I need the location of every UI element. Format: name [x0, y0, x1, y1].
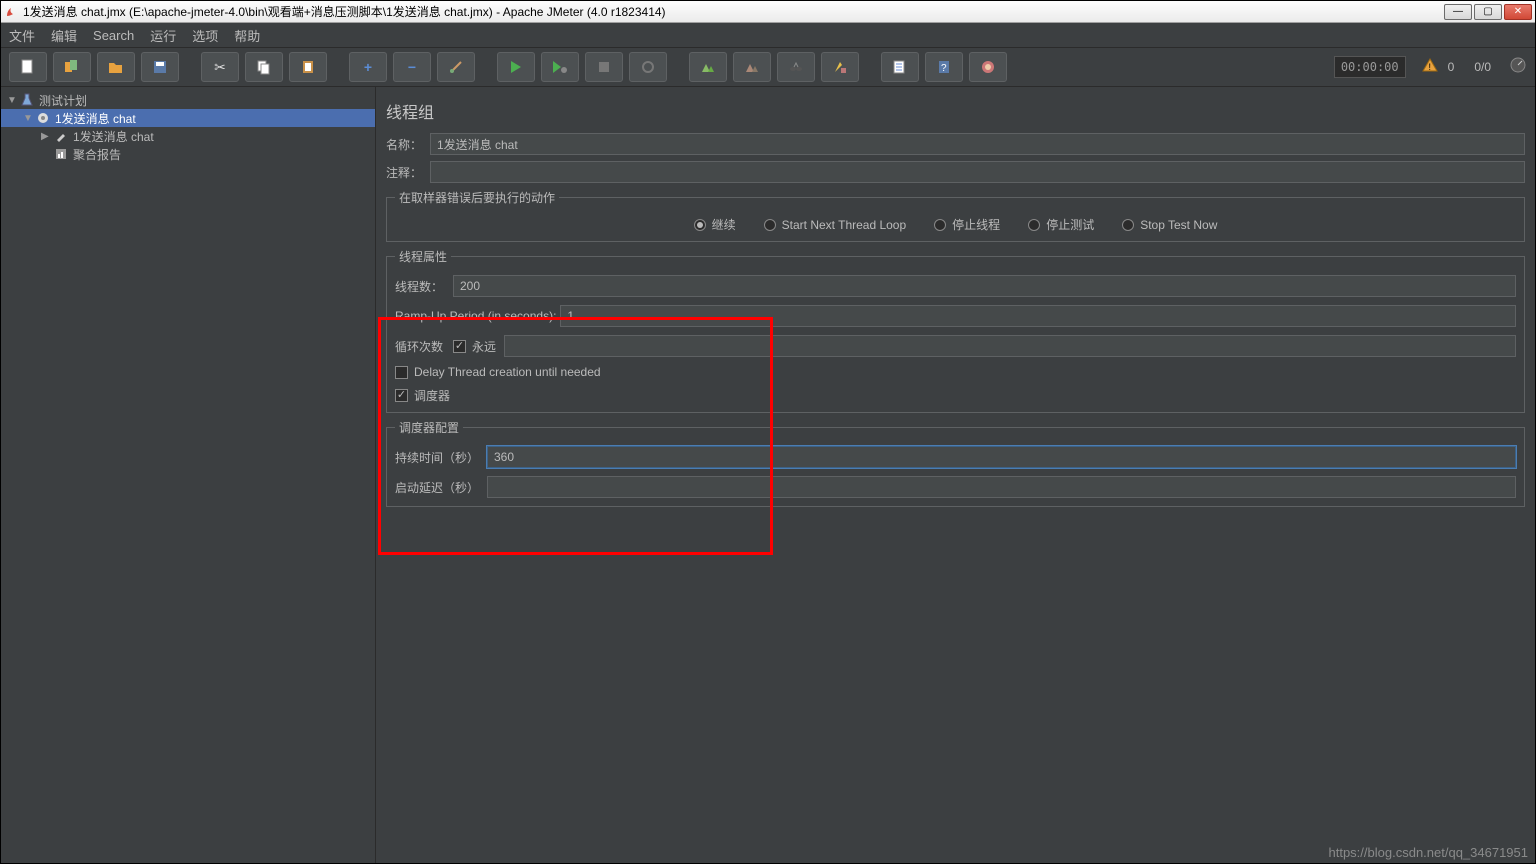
- flask-icon: [19, 92, 35, 108]
- menu-run[interactable]: 运行: [150, 26, 176, 45]
- comment-input[interactable]: [430, 161, 1525, 183]
- duration-label: 持续时间（秒）: [395, 449, 483, 466]
- pipette-icon: [53, 128, 69, 144]
- radio-stop-test[interactable]: 停止测试: [1028, 216, 1094, 233]
- name-label: 名称：: [386, 136, 430, 153]
- cut-button[interactable]: ✂: [201, 52, 239, 82]
- remote-start-button[interactable]: [689, 52, 727, 82]
- timer-display: 00:00:00: [1334, 56, 1406, 78]
- panel-title: 线程组: [386, 99, 1525, 123]
- minimize-button[interactable]: —: [1444, 4, 1472, 20]
- warning-count: 0: [1448, 60, 1455, 74]
- tree-toggle-icon[interactable]: ▶: [41, 131, 53, 142]
- gear-icon: [35, 110, 51, 126]
- tree-root-label: 测试计划: [39, 92, 87, 109]
- threads-label: 线程数：: [395, 278, 449, 295]
- window-title: 1发送消息 chat.jmx (E:\apache-jmeter-4.0\bin…: [23, 3, 1442, 20]
- loop-label: 循环次数: [395, 338, 449, 355]
- templates-button[interactable]: [53, 52, 91, 82]
- tree-toggle-icon[interactable]: ▼: [23, 113, 35, 124]
- tree-group-label: 1发送消息 chat: [55, 110, 136, 127]
- watermark-text: https://blog.csdn.net/qq_34671951: [1329, 845, 1529, 860]
- tree-sampler-label: 1发送消息 chat: [73, 128, 154, 145]
- menu-search[interactable]: Search: [93, 28, 134, 43]
- forever-label: 永远: [472, 338, 496, 355]
- menu-bar: 文件 编辑 Search 运行 选项 帮助: [1, 23, 1535, 47]
- warning-icon[interactable]: !: [1422, 58, 1438, 77]
- tree-report-label: 聚合报告: [73, 146, 121, 163]
- window-titlebar: 1发送消息 chat.jmx (E:\apache-jmeter-4.0\bin…: [1, 1, 1535, 23]
- editor-panel: 线程组 名称： 注释： 在取样器错误后要执行的动作 继续 Start Next …: [376, 87, 1535, 863]
- open-button[interactable]: [97, 52, 135, 82]
- clear-button[interactable]: [777, 52, 815, 82]
- startup-delay-label: 启动延迟（秒）: [395, 479, 483, 496]
- menu-file[interactable]: 文件: [9, 26, 35, 45]
- tree-aggregate-report[interactable]: ▶ 聚合报告: [1, 145, 375, 163]
- new-button[interactable]: [9, 52, 47, 82]
- comment-label: 注释：: [386, 164, 430, 181]
- start-button[interactable]: [497, 52, 535, 82]
- thread-properties-legend: 线程属性: [395, 248, 451, 265]
- start-no-timers-button[interactable]: [541, 52, 579, 82]
- test-plan-tree[interactable]: ▼ 测试计划 ▼ 1发送消息 chat ▶ 1发送消息 chat ▶ 聚合报告: [1, 87, 376, 863]
- scheduler-checkbox[interactable]: [395, 389, 408, 402]
- delay-thread-label: Delay Thread creation until needed: [414, 365, 601, 379]
- delay-thread-checkbox[interactable]: [395, 366, 408, 379]
- tree-sampler[interactable]: ▶ 1发送消息 chat: [1, 127, 375, 145]
- collapse-button[interactable]: −: [393, 52, 431, 82]
- remote-stop-button[interactable]: [733, 52, 771, 82]
- search-tree-button[interactable]: [881, 52, 919, 82]
- thread-count: 0/0: [1474, 60, 1491, 74]
- tree-root-testplan[interactable]: ▼ 测试计划: [1, 91, 375, 109]
- report-icon: [53, 146, 69, 162]
- function-helper-button[interactable]: ?: [925, 52, 963, 82]
- stop-button[interactable]: [585, 52, 623, 82]
- toolbar: ✂ + − ? 00:00:00 ! 0 0/0: [1, 47, 1535, 87]
- scheduler-config-legend: 调度器配置: [395, 419, 463, 436]
- forever-checkbox[interactable]: [453, 340, 466, 353]
- loop-input[interactable]: [504, 335, 1516, 357]
- radio-stop-thread[interactable]: 停止线程: [934, 216, 1000, 233]
- scheduler-label: 调度器: [414, 387, 450, 404]
- menu-edit[interactable]: 编辑: [51, 26, 77, 45]
- scheduler-config-fieldset: 调度器配置 持续时间（秒） 启动延迟（秒）: [386, 419, 1525, 507]
- shutdown-button[interactable]: [629, 52, 667, 82]
- radio-next-loop[interactable]: Start Next Thread Loop: [764, 218, 907, 232]
- startup-delay-input[interactable]: [487, 476, 1516, 498]
- error-action-legend: 在取样器错误后要执行的动作: [395, 189, 559, 206]
- clear-all-button[interactable]: [821, 52, 859, 82]
- tree-thread-group[interactable]: ▼ 1发送消息 chat: [1, 109, 375, 127]
- close-button[interactable]: ✕: [1504, 4, 1532, 20]
- gauge-icon[interactable]: [1509, 56, 1527, 79]
- tree-toggle-icon[interactable]: ▼: [7, 95, 19, 106]
- app-icon: [4, 5, 18, 19]
- radio-continue[interactable]: 继续: [694, 216, 736, 233]
- menu-options[interactable]: 选项: [192, 26, 218, 45]
- save-button[interactable]: [141, 52, 179, 82]
- threads-input[interactable]: [453, 275, 1516, 297]
- toggle-button[interactable]: [437, 52, 475, 82]
- radio-stop-now[interactable]: Stop Test Now: [1122, 218, 1217, 232]
- copy-button[interactable]: [245, 52, 283, 82]
- rampup-label: Ramp-Up Period (in seconds):: [395, 309, 556, 323]
- svg-text:!: !: [1428, 62, 1431, 72]
- rampup-input[interactable]: [560, 305, 1516, 327]
- expand-button[interactable]: +: [349, 52, 387, 82]
- thread-properties-fieldset: 线程属性 线程数： Ramp-Up Period (in seconds): 循…: [386, 248, 1525, 413]
- paste-button[interactable]: [289, 52, 327, 82]
- name-input[interactable]: [430, 133, 1525, 155]
- maximize-button[interactable]: ▢: [1474, 4, 1502, 20]
- svg-text:?: ?: [941, 63, 947, 74]
- error-action-fieldset: 在取样器错误后要执行的动作 继续 Start Next Thread Loop …: [386, 189, 1525, 242]
- duration-input[interactable]: [487, 446, 1516, 468]
- help-button[interactable]: [969, 52, 1007, 82]
- menu-help[interactable]: 帮助: [234, 26, 260, 45]
